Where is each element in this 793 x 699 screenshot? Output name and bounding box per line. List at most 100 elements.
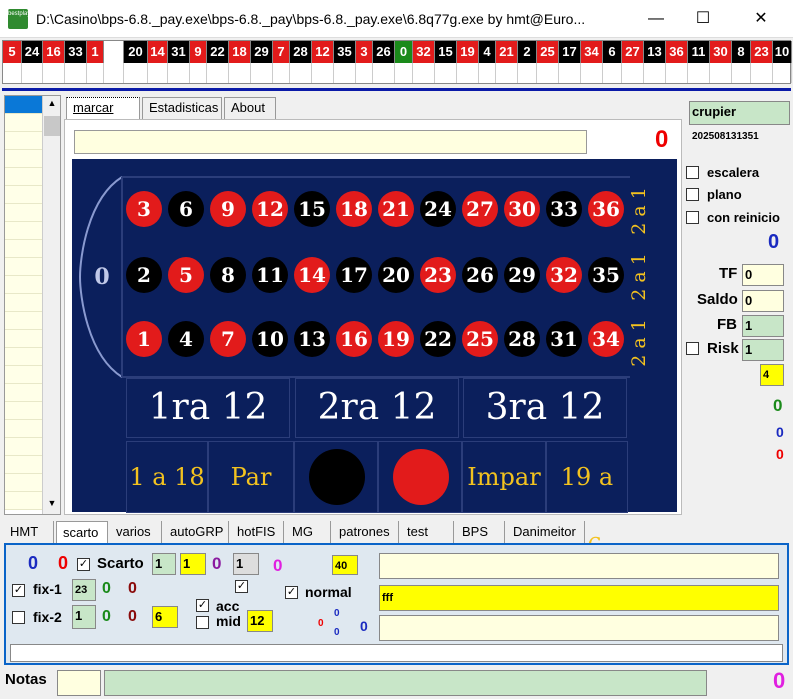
close-button[interactable]: ✕ <box>738 0 784 38</box>
list-item[interactable] <box>5 456 43 474</box>
list-item[interactable] <box>5 240 43 258</box>
list-item[interactable] <box>5 114 43 132</box>
list-item[interactable] <box>5 132 43 150</box>
number-cell[interactable]: 33 <box>546 191 582 227</box>
outside-bet-even[interactable]: Par <box>208 441 294 513</box>
number-cell[interactable]: 18 <box>336 191 372 227</box>
bottom-tab-danimeitor[interactable]: Danimeitor <box>507 521 585 543</box>
crupier-field[interactable]: crupier <box>689 101 790 125</box>
number-cell[interactable]: 23 <box>420 257 456 293</box>
number-cell[interactable]: 16 <box>336 321 372 357</box>
number-cell[interactable]: 15 <box>294 191 330 227</box>
number-cell[interactable]: 10 <box>252 321 288 357</box>
notas-text[interactable] <box>104 670 707 696</box>
scarto-text-3[interactable] <box>379 615 779 641</box>
fix1-checkbox[interactable]: ✓ <box>12 584 25 597</box>
number-cell[interactable]: 14 <box>294 257 330 293</box>
list-item[interactable] <box>5 474 43 492</box>
minimize-button[interactable]: — <box>633 0 679 38</box>
scarto-text-4[interactable] <box>10 644 783 662</box>
number-cell[interactable]: 17 <box>336 257 372 293</box>
list-item[interactable] <box>5 420 43 438</box>
scarto-field-1[interactable]: 1 <box>152 553 176 575</box>
list-item[interactable] <box>5 276 43 294</box>
acc-checkbox[interactable]: ✓ <box>196 599 209 612</box>
number-cell[interactable]: 12 <box>252 191 288 227</box>
number-cell[interactable]: 27 <box>462 191 498 227</box>
dozen-bet-3[interactable]: 3ra 12 <box>463 378 627 438</box>
con-reinicio-checkbox[interactable] <box>686 211 699 224</box>
scarto-text-1[interactable] <box>379 553 779 579</box>
list-item[interactable] <box>5 186 43 204</box>
scarto-field-2[interactable]: 1 <box>180 553 206 575</box>
list-item[interactable] <box>5 366 43 384</box>
list-item[interactable] <box>5 402 43 420</box>
number-cell[interactable]: 24 <box>420 191 456 227</box>
number-cell[interactable]: 32 <box>546 257 582 293</box>
list-item[interactable] <box>5 168 43 186</box>
number-cell[interactable]: 28 <box>504 321 540 357</box>
number-cell[interactable]: 8 <box>210 257 246 293</box>
fix2-field[interactable]: 1 <box>72 605 96 629</box>
bottom-tab-hotfis[interactable]: hotFIS <box>231 521 284 543</box>
risk-checkbox[interactable] <box>686 342 699 355</box>
outside-bet-odd[interactable]: Impar <box>462 441 546 513</box>
number-cell[interactable]: 29 <box>504 257 540 293</box>
bottom-tab-mg[interactable]: MG <box>286 521 331 543</box>
number-cell[interactable]: 13 <box>294 321 330 357</box>
list-item[interactable] <box>5 330 43 348</box>
number-cell[interactable]: 1 <box>126 321 162 357</box>
fix2-yellow-field[interactable]: 6 <box>152 606 178 628</box>
list-item[interactable] <box>5 150 43 168</box>
scroll-thumb[interactable] <box>44 116 60 136</box>
escalera-checkbox[interactable] <box>686 166 699 179</box>
mid-field[interactable]: 12 <box>247 610 273 632</box>
list-item[interactable] <box>5 222 43 240</box>
number-cell[interactable]: 35 <box>588 257 624 293</box>
scroll-up-icon[interactable]: ▲ <box>44 98 60 112</box>
list-item[interactable] <box>5 96 43 114</box>
tab-about[interactable]: About <box>224 97 276 119</box>
marcar-input[interactable] <box>74 130 587 154</box>
plano-checkbox[interactable] <box>686 188 699 201</box>
number-cell[interactable]: 26 <box>462 257 498 293</box>
fix2-checkbox[interactable] <box>12 611 25 624</box>
number-cell[interactable]: 21 <box>378 191 414 227</box>
bottom-tab-hmt[interactable]: HMT <box>4 521 54 543</box>
mid-checkbox[interactable] <box>196 616 209 629</box>
maximize-button[interactable]: ☐ <box>680 0 726 38</box>
red-bet[interactable] <box>378 441 462 513</box>
list-item[interactable] <box>5 294 43 312</box>
list-item[interactable] <box>5 384 43 402</box>
left-scrollbar[interactable]: ▲ ▼ <box>42 96 60 514</box>
number-cell[interactable]: 20 <box>378 257 414 293</box>
outside-bet-high[interactable]: 19 a 36 <box>546 441 628 561</box>
list-item[interactable] <box>5 204 43 222</box>
number-cell[interactable]: 36 <box>588 191 624 227</box>
number-cell[interactable]: 3 <box>126 191 162 227</box>
scarto-checkbox[interactable]: ✓ <box>77 558 90 571</box>
bottom-tab-patrones[interactable]: patrones <box>333 521 399 543</box>
scroll-down-icon[interactable]: ▼ <box>44 498 60 512</box>
number-cell[interactable]: 30 <box>504 191 540 227</box>
list-item[interactable] <box>5 312 43 330</box>
number-cell[interactable]: 2 <box>126 257 162 293</box>
number-cell[interactable]: 7 <box>210 321 246 357</box>
number-cell[interactable]: 9 <box>210 191 246 227</box>
number-cell[interactable]: 34 <box>588 321 624 357</box>
bottom-tab-scarto[interactable]: scarto <box>56 521 108 543</box>
bottom-tab-varios[interactable]: varios <box>110 521 162 543</box>
list-item[interactable] <box>5 348 43 366</box>
scarto-text-2[interactable]: fff <box>379 585 779 611</box>
risk-field[interactable]: 1 <box>742 339 784 361</box>
saldo-field[interactable]: 0 <box>742 290 784 312</box>
list-item[interactable] <box>5 258 43 276</box>
bottom-tab-autogrp[interactable]: autoGRP <box>164 521 229 543</box>
dozen-bet-1[interactable]: 1ra 12 <box>126 378 290 438</box>
fix1-field[interactable]: 23 <box>72 579 96 601</box>
column-bet-2[interactable]: 2 a 1 <box>628 245 656 309</box>
list-item[interactable] <box>5 492 43 510</box>
number-cell[interactable]: 4 <box>168 321 204 357</box>
dozen-bet-2[interactable]: 2ra 12 <box>295 378 459 438</box>
list-item[interactable] <box>5 438 43 456</box>
